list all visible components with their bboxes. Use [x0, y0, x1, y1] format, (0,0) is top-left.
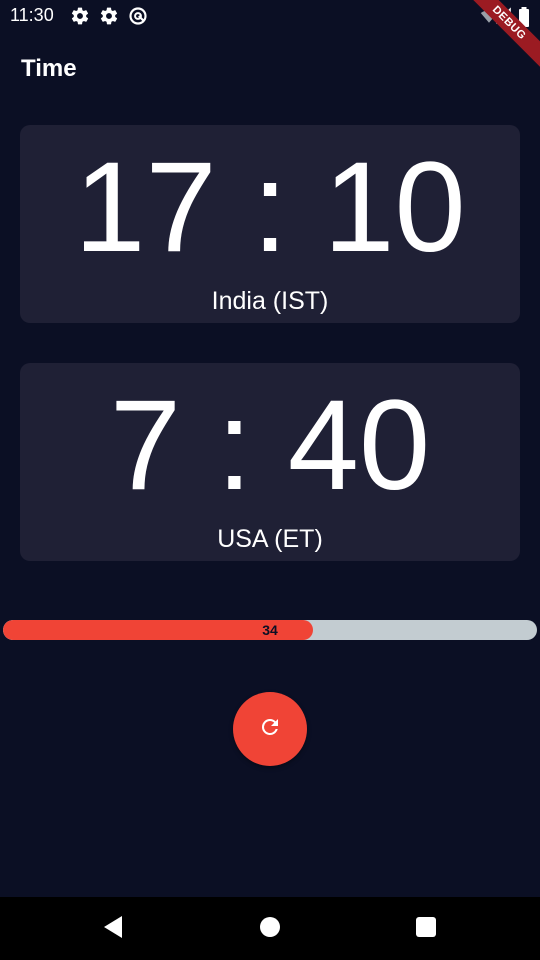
clock-time: 17 : 10 [74, 136, 466, 279]
navigation-bar [0, 897, 540, 960]
back-icon [102, 915, 124, 944]
home-icon [259, 916, 281, 943]
clock-time: 7 : 40 [109, 374, 431, 517]
status-bar: 11:30 [0, 0, 540, 32]
clock-card-india: 17 : 10 India (IST) [20, 125, 520, 323]
status-time: 11:30 [10, 5, 54, 25]
progress-bar: 34 [3, 620, 537, 640]
refresh-icon [258, 715, 282, 744]
recents-icon [415, 916, 437, 943]
settings-icon [70, 6, 90, 26]
sync-icon [128, 6, 148, 26]
recents-button[interactable] [411, 914, 441, 944]
refresh-button[interactable] [233, 692, 307, 766]
back-button[interactable] [98, 914, 128, 944]
progress-value: 34 [262, 622, 278, 638]
clock-zone-label: India (IST) [211, 287, 329, 315]
clock-zone-label: USA (ET) [217, 525, 323, 553]
settings-icon [99, 6, 119, 26]
home-button[interactable] [255, 914, 285, 944]
clock-card-usa: 7 : 40 USA (ET) [20, 363, 520, 561]
page-title: Time [21, 55, 77, 82]
